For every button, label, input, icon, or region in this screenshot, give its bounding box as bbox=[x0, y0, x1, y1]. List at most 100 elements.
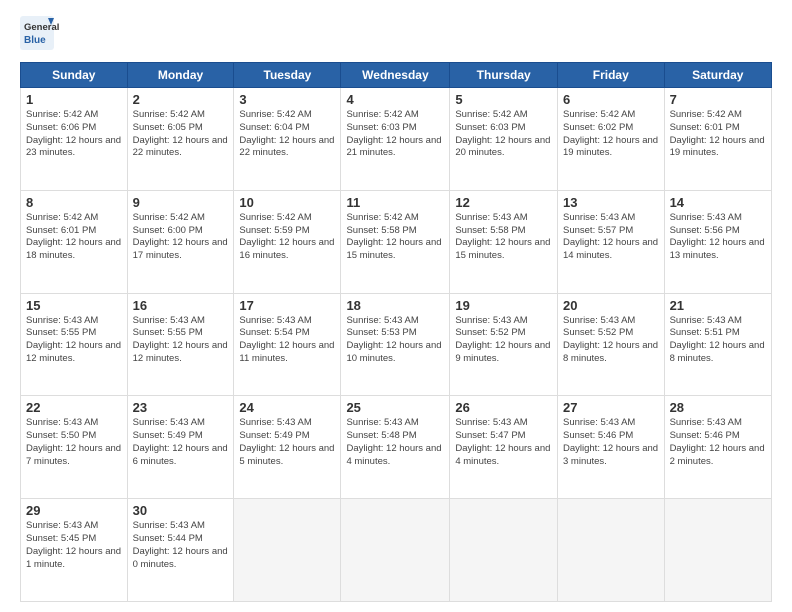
calendar-cell: 20 Sunrise: 5:43 AMSunset: 5:52 PMDayligh… bbox=[558, 293, 665, 396]
day-info: Sunrise: 5:42 AMSunset: 6:04 PMDaylight:… bbox=[239, 109, 335, 160]
calendar-cell: 16Sunrise: 5:43 AMSunset: 5:55 PMDayligh… bbox=[127, 293, 234, 396]
day-number: 18 bbox=[346, 298, 444, 313]
page: General Blue SundayMondayTuesdayWednesda… bbox=[0, 0, 792, 612]
day-info: Sunrise: 5:43 AMSunset: 5:57 PMDaylight:… bbox=[563, 212, 659, 263]
day-info: Sunrise: 5:43 AMSunset: 5:53 PMDaylight:… bbox=[346, 315, 444, 366]
day-number: 8 bbox=[26, 195, 122, 210]
day-info: Sunrise: 5:43 AMSunset: 5:46 PMDaylight:… bbox=[563, 417, 659, 468]
day-number: 28 bbox=[670, 400, 766, 415]
calendar-cell: 12 Sunrise: 5:43 AMSunset: 5:58 PMDayligh… bbox=[450, 190, 558, 293]
day-number: 26 bbox=[455, 400, 552, 415]
day-info: Sunrise: 5:43 AMSunset: 5:55 PMDaylight:… bbox=[26, 315, 122, 366]
day-info: Sunrise: 5:43 AMSunset: 5:47 PMDaylight:… bbox=[455, 417, 552, 468]
day-info: Sunrise: 5:42 AMSunset: 6:03 PMDaylight:… bbox=[346, 109, 444, 160]
header: General Blue bbox=[20, 16, 772, 52]
day-number: 2 bbox=[133, 92, 229, 107]
day-number: 24 bbox=[239, 400, 335, 415]
day-info: Sunrise: 5:42 AMSunset: 6:01 PMDaylight:… bbox=[26, 212, 122, 263]
calendar-cell: 27 Sunrise: 5:43 AMSunset: 5:46 PMDayligh… bbox=[558, 396, 665, 499]
day-number: 22 bbox=[26, 400, 122, 415]
day-info: Sunrise: 5:42 AMSunset: 6:05 PMDaylight:… bbox=[133, 109, 229, 160]
calendar-cell: 24 Sunrise: 5:43 AMSunset: 5:49 PMDayligh… bbox=[234, 396, 341, 499]
svg-text:General: General bbox=[24, 22, 59, 33]
calendar-cell: 10 Sunrise: 5:42 AMSunset: 5:59 PMDayligh… bbox=[234, 190, 341, 293]
day-number: 7 bbox=[670, 92, 766, 107]
calendar-cell bbox=[341, 499, 450, 602]
day-number: 30 bbox=[133, 503, 229, 518]
day-number: 29 bbox=[26, 503, 122, 518]
day-info: Sunrise: 5:42 AMSunset: 6:03 PMDaylight:… bbox=[455, 109, 552, 160]
calendar-cell: 19 Sunrise: 5:43 AMSunset: 5:52 PMDayligh… bbox=[450, 293, 558, 396]
day-number: 21 bbox=[670, 298, 766, 313]
day-number: 19 bbox=[455, 298, 552, 313]
calendar-cell: 15 Sunrise: 5:43 AMSunset: 5:55 PMDayligh… bbox=[21, 293, 128, 396]
calendar-cell: 13 Sunrise: 5:43 AMSunset: 5:57 PMDayligh… bbox=[558, 190, 665, 293]
day-info: Sunrise: 5:42 AMSunset: 5:59 PMDaylight:… bbox=[239, 212, 335, 263]
day-info: Sunrise: 5:43 AMSunset: 5:58 PMDaylight:… bbox=[455, 212, 552, 263]
day-number: 4 bbox=[346, 92, 444, 107]
calendar-cell: 18 Sunrise: 5:43 AMSunset: 5:53 PMDayligh… bbox=[341, 293, 450, 396]
day-info: Sunrise: 5:43 AMSunset: 5:48 PMDaylight:… bbox=[346, 417, 444, 468]
day-number: 6 bbox=[563, 92, 659, 107]
calendar-cell: 29Sunrise: 5:43 AMSunset: 5:45 PMDayligh… bbox=[21, 499, 128, 602]
calendar-cell bbox=[558, 499, 665, 602]
logo-svg: General Blue bbox=[20, 16, 110, 52]
day-info: Sunrise: 5:43 AMSunset: 5:44 PMDaylight:… bbox=[133, 520, 229, 571]
calendar-table: SundayMondayTuesdayWednesdayThursdayFrid… bbox=[20, 62, 772, 602]
calendar-cell bbox=[450, 499, 558, 602]
day-info: Sunrise: 5:42 AMSunset: 6:06 PMDaylight:… bbox=[26, 109, 122, 160]
day-info: Sunrise: 5:43 AMSunset: 5:49 PMDaylight:… bbox=[239, 417, 335, 468]
day-number: 11 bbox=[346, 195, 444, 210]
day-info: Sunrise: 5:43 AMSunset: 5:46 PMDaylight:… bbox=[670, 417, 766, 468]
day-number: 17 bbox=[239, 298, 335, 313]
day-info: Sunrise: 5:42 AMSunset: 6:01 PMDaylight:… bbox=[670, 109, 766, 160]
day-info: Sunrise: 5:43 AMSunset: 5:52 PMDaylight:… bbox=[455, 315, 552, 366]
calendar-cell: 6Sunrise: 5:42 AMSunset: 6:02 PMDaylight… bbox=[558, 88, 665, 191]
day-number: 14 bbox=[670, 195, 766, 210]
calendar-cell: 14 Sunrise: 5:43 AMSunset: 5:56 PMDayligh… bbox=[664, 190, 771, 293]
day-number: 16 bbox=[133, 298, 229, 313]
calendar-cell: 4 Sunrise: 5:42 AMSunset: 6:03 PMDaylight… bbox=[341, 88, 450, 191]
day-number: 5 bbox=[455, 92, 552, 107]
svg-text:Blue: Blue bbox=[24, 35, 46, 46]
day-number: 9 bbox=[133, 195, 229, 210]
day-info: Sunrise: 5:42 AMSunset: 5:58 PMDaylight:… bbox=[346, 212, 444, 263]
day-number: 1 bbox=[26, 92, 122, 107]
calendar-cell: 2 Sunrise: 5:42 AMSunset: 6:05 PMDaylight… bbox=[127, 88, 234, 191]
calendar-cell: 28 Sunrise: 5:43 AMSunset: 5:46 PMDayligh… bbox=[664, 396, 771, 499]
day-number: 25 bbox=[346, 400, 444, 415]
calendar-cell: 23 Sunrise: 5:43 AMSunset: 5:49 PMDayligh… bbox=[127, 396, 234, 499]
day-info: Sunrise: 5:43 AMSunset: 5:51 PMDaylight:… bbox=[670, 315, 766, 366]
calendar-cell: 8 Sunrise: 5:42 AMSunset: 6:01 PMDaylight… bbox=[21, 190, 128, 293]
day-number: 20 bbox=[563, 298, 659, 313]
day-number: 10 bbox=[239, 195, 335, 210]
calendar-cell: 17 Sunrise: 5:43 AMSunset: 5:54 PMDayligh… bbox=[234, 293, 341, 396]
col-header-thursday: Thursday bbox=[450, 63, 558, 88]
day-number: 12 bbox=[455, 195, 552, 210]
day-info: Sunrise: 5:43 AMSunset: 5:54 PMDaylight:… bbox=[239, 315, 335, 366]
logo: General Blue bbox=[20, 16, 110, 52]
col-header-sunday: Sunday bbox=[21, 63, 128, 88]
calendar-cell bbox=[234, 499, 341, 602]
col-header-tuesday: Tuesday bbox=[234, 63, 341, 88]
calendar-cell: 25 Sunrise: 5:43 AMSunset: 5:48 PMDayligh… bbox=[341, 396, 450, 499]
calendar-cell: 21 Sunrise: 5:43 AMSunset: 5:51 PMDayligh… bbox=[664, 293, 771, 396]
col-header-wednesday: Wednesday bbox=[341, 63, 450, 88]
calendar-cell: 11 Sunrise: 5:42 AMSunset: 5:58 PMDayligh… bbox=[341, 190, 450, 293]
day-number: 23 bbox=[133, 400, 229, 415]
calendar-cell: 5 Sunrise: 5:42 AMSunset: 6:03 PMDaylight… bbox=[450, 88, 558, 191]
day-number: 3 bbox=[239, 92, 335, 107]
day-info: Sunrise: 5:42 AMSunset: 6:00 PMDaylight:… bbox=[133, 212, 229, 263]
day-number: 27 bbox=[563, 400, 659, 415]
calendar-cell bbox=[664, 499, 771, 602]
day-info: Sunrise: 5:43 AMSunset: 5:49 PMDaylight:… bbox=[133, 417, 229, 468]
col-header-saturday: Saturday bbox=[664, 63, 771, 88]
day-info: Sunrise: 5:43 AMSunset: 5:56 PMDaylight:… bbox=[670, 212, 766, 263]
day-number: 15 bbox=[26, 298, 122, 313]
calendar-cell: 7 Sunrise: 5:42 AMSunset: 6:01 PMDaylight… bbox=[664, 88, 771, 191]
calendar-cell: 3 Sunrise: 5:42 AMSunset: 6:04 PMDaylight… bbox=[234, 88, 341, 191]
day-number: 13 bbox=[563, 195, 659, 210]
col-header-monday: Monday bbox=[127, 63, 234, 88]
calendar-cell: 22Sunrise: 5:43 AMSunset: 5:50 PMDayligh… bbox=[21, 396, 128, 499]
day-info: Sunrise: 5:43 AMSunset: 5:52 PMDaylight:… bbox=[563, 315, 659, 366]
